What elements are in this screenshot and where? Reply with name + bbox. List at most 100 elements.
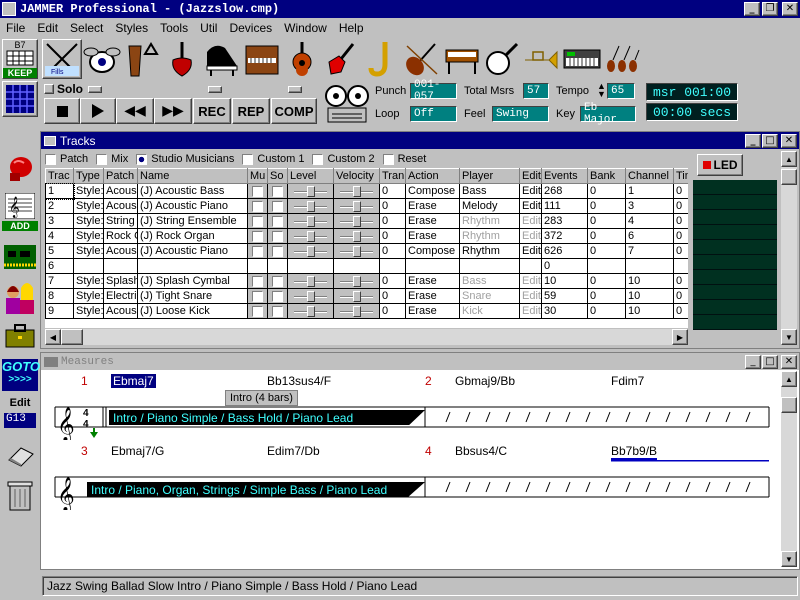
track-solo-checkbox[interactable] (272, 290, 283, 302)
track-level-cell[interactable] (287, 213, 334, 229)
track-edit-cell[interactable] (519, 258, 542, 274)
track-transpose-cell[interactable]: 0 (379, 288, 406, 304)
track-mute-checkbox[interactable] (252, 230, 263, 242)
strings-section-button[interactable] (602, 39, 642, 79)
track-level-cell[interactable] (287, 198, 334, 214)
track-solo-checkbox[interactable] (272, 305, 283, 317)
custom2-checkbox[interactable] (312, 153, 324, 165)
track-channel-cell[interactable]: 10 (625, 303, 674, 319)
track-solo-cell[interactable] (267, 213, 288, 229)
track-transpose-cell[interactable]: 0 (379, 213, 406, 229)
track-bank-cell[interactable]: 0 (587, 228, 626, 244)
table-row[interactable]: 1 Style: Acous (J) Acoustic Bass 0 Compose Bas… (45, 182, 688, 200)
track-mute-cell[interactable] (247, 303, 268, 319)
harpsichord-button[interactable] (442, 39, 482, 79)
column-header-level[interactable]: Level (287, 168, 334, 184)
track-level-cell[interactable] (287, 183, 334, 199)
measures-window-icon[interactable] (44, 356, 58, 367)
track-velocity-slider[interactable] (336, 290, 377, 303)
track-edit-cell[interactable]: Edit (519, 198, 542, 214)
track-edit-cell[interactable]: Edit (519, 303, 542, 319)
briefcase-button[interactable] (2, 321, 38, 351)
table-row[interactable]: 9 Style: Acous (J) Loose Kick 0 Erase Kick Edit… (45, 303, 688, 319)
track-action-cell[interactable]: Erase (405, 198, 460, 214)
track-mute-cell[interactable] (247, 213, 268, 229)
track-solo-checkbox[interactable] (272, 245, 283, 257)
rep-button[interactable]: REP (232, 98, 270, 124)
track-time-cell[interactable]: 0 (673, 288, 688, 304)
track-mute-checkbox[interactable] (252, 305, 263, 317)
track-time-cell[interactable]: 0 (673, 243, 688, 259)
track-name-cell[interactable] (137, 258, 248, 274)
track-action-cell[interactable]: Erase (405, 288, 460, 304)
column-header-channel[interactable]: Channel (625, 168, 674, 184)
track-patch-cell[interactable]: Splash (103, 273, 138, 289)
menu-tools[interactable]: Tools (160, 21, 188, 35)
measures-scroll-down-icon[interactable]: ▼ (781, 551, 797, 567)
solo-slider-2[interactable] (208, 86, 222, 93)
studio-musicians-checkbox[interactable] (136, 153, 148, 165)
electric-guitar-button[interactable] (322, 39, 362, 79)
track-events-cell[interactable]: 372 (541, 228, 588, 244)
track-level-slider[interactable] (290, 185, 331, 198)
track-time-cell[interactable]: 0 (673, 303, 688, 319)
chord-ebmaj7-g[interactable]: Ebmaj7/G (111, 444, 164, 458)
track-name-cell[interactable]: (J) Acoustic Piano (137, 198, 248, 214)
track-time-cell[interactable]: 0 (673, 273, 688, 289)
menu-edit[interactable]: Edit (37, 21, 58, 35)
column-header-edit[interactable]: Edit (519, 168, 542, 184)
menu-window[interactable]: Window (284, 21, 327, 35)
track-level-cell[interactable] (287, 303, 334, 319)
track-name-cell[interactable]: (J) Rock Organ (137, 228, 248, 244)
measures-scroll-up-icon[interactable]: ▲ (781, 371, 797, 387)
track-events-cell[interactable]: 283 (541, 213, 588, 229)
track-solo-cell[interactable] (267, 273, 288, 289)
chord-fdim7[interactable]: Fdim7 (611, 374, 644, 388)
track-mute-checkbox[interactable] (252, 215, 263, 227)
track-transpose-cell[interactable]: 0 (379, 243, 406, 259)
menu-devices[interactable]: Devices (229, 21, 272, 35)
track-velocity-slider[interactable] (336, 200, 377, 213)
punch-field[interactable]: 001-057 (410, 79, 457, 103)
track-patch-cell[interactable]: Rock O (103, 228, 138, 244)
track-action-cell[interactable] (405, 258, 460, 274)
tracks-minimize-button[interactable]: _ (745, 133, 761, 148)
tracks-window-icon[interactable] (44, 135, 56, 146)
grand-piano-button[interactable] (202, 39, 242, 79)
track-action-cell[interactable]: Erase (405, 228, 460, 244)
track-velocity-cell[interactable] (333, 213, 380, 229)
tracks-vertical-scrollbar[interactable]: ▲ ▼ (781, 151, 797, 345)
track-solo-cell[interactable] (267, 228, 288, 244)
track-type-cell[interactable]: Style: (73, 183, 104, 199)
patch-checkbox[interactable] (45, 153, 56, 165)
track-velocity-cell[interactable] (333, 228, 380, 244)
track-mute-cell[interactable] (247, 243, 268, 259)
track-velocity-cell[interactable] (333, 273, 380, 289)
tracks-scroll-left-icon[interactable]: ◀ (45, 329, 61, 345)
track-patch-cell[interactable]: String (103, 213, 138, 229)
track-mute-cell[interactable] (247, 273, 268, 289)
track-mute-checkbox[interactable] (252, 290, 263, 302)
tape-recorder-button[interactable] (324, 84, 370, 124)
measures-scroll-thumb[interactable] (781, 397, 797, 413)
track-solo-cell[interactable] (267, 198, 288, 214)
track-velocity-cell[interactable] (333, 288, 380, 304)
track-number-cell[interactable]: 5 (45, 243, 74, 259)
solo-toggle[interactable] (44, 84, 54, 94)
column-header-player[interactable]: Player (459, 168, 520, 184)
menu-help[interactable]: Help (339, 21, 364, 35)
track-action-cell[interactable]: Compose (405, 183, 460, 199)
musicians-button[interactable] (2, 281, 38, 317)
track-transpose-cell[interactable] (379, 258, 406, 274)
rewind-button[interactable]: ◀◀ (116, 98, 154, 124)
column-header-mu[interactable]: Mu (247, 168, 268, 184)
track-number-cell[interactable]: 3 (45, 213, 74, 229)
mix-checkbox[interactable] (96, 153, 108, 165)
custom1-checkbox[interactable] (242, 153, 254, 165)
chord-ebmaj7[interactable]: Ebmaj7 (111, 374, 156, 388)
track-number-cell[interactable]: 7 (45, 273, 74, 289)
track-action-cell[interactable]: Erase (405, 273, 460, 289)
track-time-cell[interactable]: 0 (673, 213, 688, 229)
track-events-cell[interactable]: 111 (541, 198, 588, 214)
track-events-cell[interactable]: 59 (541, 288, 588, 304)
